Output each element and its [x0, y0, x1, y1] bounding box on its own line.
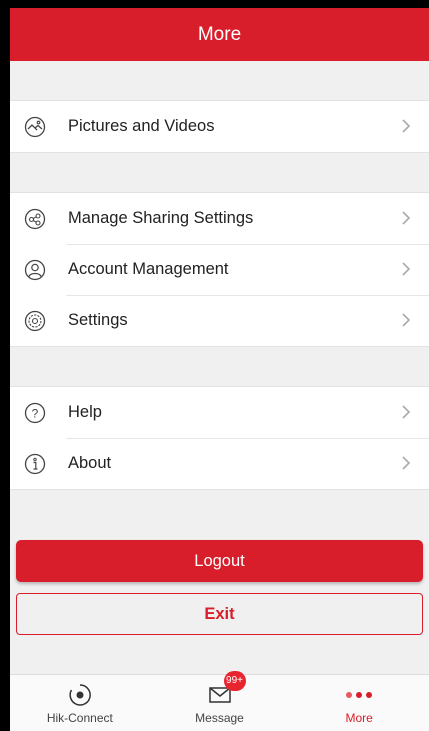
menu-item-label: Settings	[68, 311, 128, 329]
chevron-right-icon	[401, 261, 411, 282]
tab-label: Hik-Connect	[46, 711, 113, 725]
chevron-right-icon	[401, 312, 411, 333]
menu-item-label: Account Management	[68, 260, 229, 278]
tab-label: Message	[195, 711, 244, 725]
menu-item-label: Help	[68, 403, 102, 421]
menu-item-label: About	[68, 454, 112, 472]
app-header: More	[10, 8, 429, 61]
unread-badge: 99+	[223, 671, 246, 691]
bottom-tab-bar: Hik-Connect 99+ Message More	[10, 671, 429, 731]
share-icon	[24, 208, 46, 230]
hik-connect-icon	[67, 682, 93, 708]
page-title: More	[197, 23, 242, 45]
section-spacer	[10, 61, 429, 100]
menu-group-media: Pictures and Videos	[10, 100, 429, 153]
more-screen: More Pictures and Videos Manage Sharing …	[10, 8, 429, 731]
chevron-right-icon	[401, 118, 411, 139]
menu-item-manage-sharing-settings[interactable]: Manage Sharing Settings	[10, 193, 429, 244]
more-dots-icon	[344, 682, 374, 708]
menu-item-label: Pictures and Videos	[68, 117, 215, 135]
menu-item-pictures-and-videos[interactable]: Pictures and Videos	[10, 101, 429, 152]
menu-item-about[interactable]: About	[10, 438, 429, 489]
menu-item-help[interactable]: ? Help	[10, 387, 429, 438]
chevron-right-icon	[401, 455, 411, 476]
tab-more[interactable]: More	[289, 675, 429, 731]
account-icon	[24, 259, 46, 281]
svg-text:?: ?	[32, 406, 39, 420]
exit-button[interactable]: Exit	[16, 593, 423, 635]
pictures-icon	[24, 116, 46, 138]
action-buttons: Logout Exit	[10, 540, 429, 635]
logout-button[interactable]: Logout	[16, 540, 423, 582]
tab-label: More	[345, 711, 373, 725]
chevron-right-icon	[401, 404, 411, 425]
tab-hik-connect[interactable]: Hik-Connect	[10, 675, 150, 731]
menu-item-account-management[interactable]: Account Management	[10, 244, 429, 295]
info-icon	[24, 453, 46, 475]
help-icon: ?	[24, 402, 46, 424]
section-spacer	[10, 347, 429, 386]
chevron-right-icon	[401, 210, 411, 231]
section-spacer	[10, 153, 429, 192]
menu-group-account: Manage Sharing Settings Account Manageme…	[10, 192, 429, 347]
tab-message[interactable]: 99+ Message	[150, 671, 290, 731]
menu-group-info: ? Help About	[10, 386, 429, 490]
menu-item-settings[interactable]: Settings	[10, 295, 429, 346]
gear-icon	[24, 310, 46, 332]
menu-item-label: Manage Sharing Settings	[68, 209, 254, 227]
